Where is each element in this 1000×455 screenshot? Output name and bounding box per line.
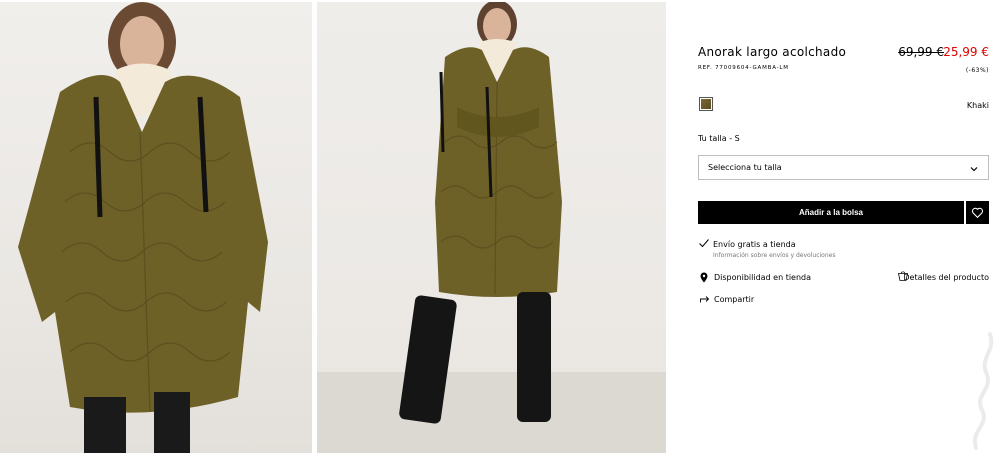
original-price: 69,99 € [898, 45, 944, 59]
product-image-full-length[interactable] [317, 2, 666, 453]
watermark-logo [972, 332, 994, 450]
location-pin-icon [700, 272, 708, 283]
discount-badge: (-63%) [965, 67, 989, 74]
product-image-front[interactable] [0, 2, 312, 453]
size-select-placeholder: Selecciona tu talla [708, 163, 782, 172]
swatch-fill [701, 99, 711, 109]
model-photo-2 [317, 2, 666, 453]
product-info-panel: Anorak largo acolchado 69,99 € 25,99 € R… [698, 0, 989, 455]
model-photo-1 [18, 2, 268, 453]
heart-icon [971, 207, 984, 219]
store-availability-link[interactable]: Disponibilidad en tienda [714, 273, 811, 282]
shipping-info-link[interactable]: Información sobre envíos y devoluciones [713, 252, 835, 259]
product-reference: REF. 77009604-GAMBA-LM [698, 65, 789, 71]
favorite-button[interactable] [966, 201, 989, 224]
chevron-down-icon [970, 167, 978, 172]
selected-color-label: Khaki [966, 101, 989, 110]
add-to-bag-label: Añadir a la bolsa [798, 208, 864, 217]
size-select[interactable]: Selecciona tu talla [698, 155, 989, 180]
color-swatch-khaki[interactable] [699, 97, 713, 111]
checkmark-icon [699, 239, 709, 248]
free-shipping-title: Envío gratis a tienda [713, 240, 796, 249]
sale-price: 25,99 € [943, 45, 989, 59]
share-icon [700, 296, 710, 303]
size-label: Tu talla - S [698, 134, 740, 143]
share-link[interactable]: Compartir [714, 295, 754, 304]
product-details-link[interactable]: Detalles del producto [903, 273, 989, 282]
product-title: Anorak largo acolchado [698, 45, 847, 59]
add-to-bag-button[interactable]: Añadir a la bolsa [698, 201, 964, 224]
